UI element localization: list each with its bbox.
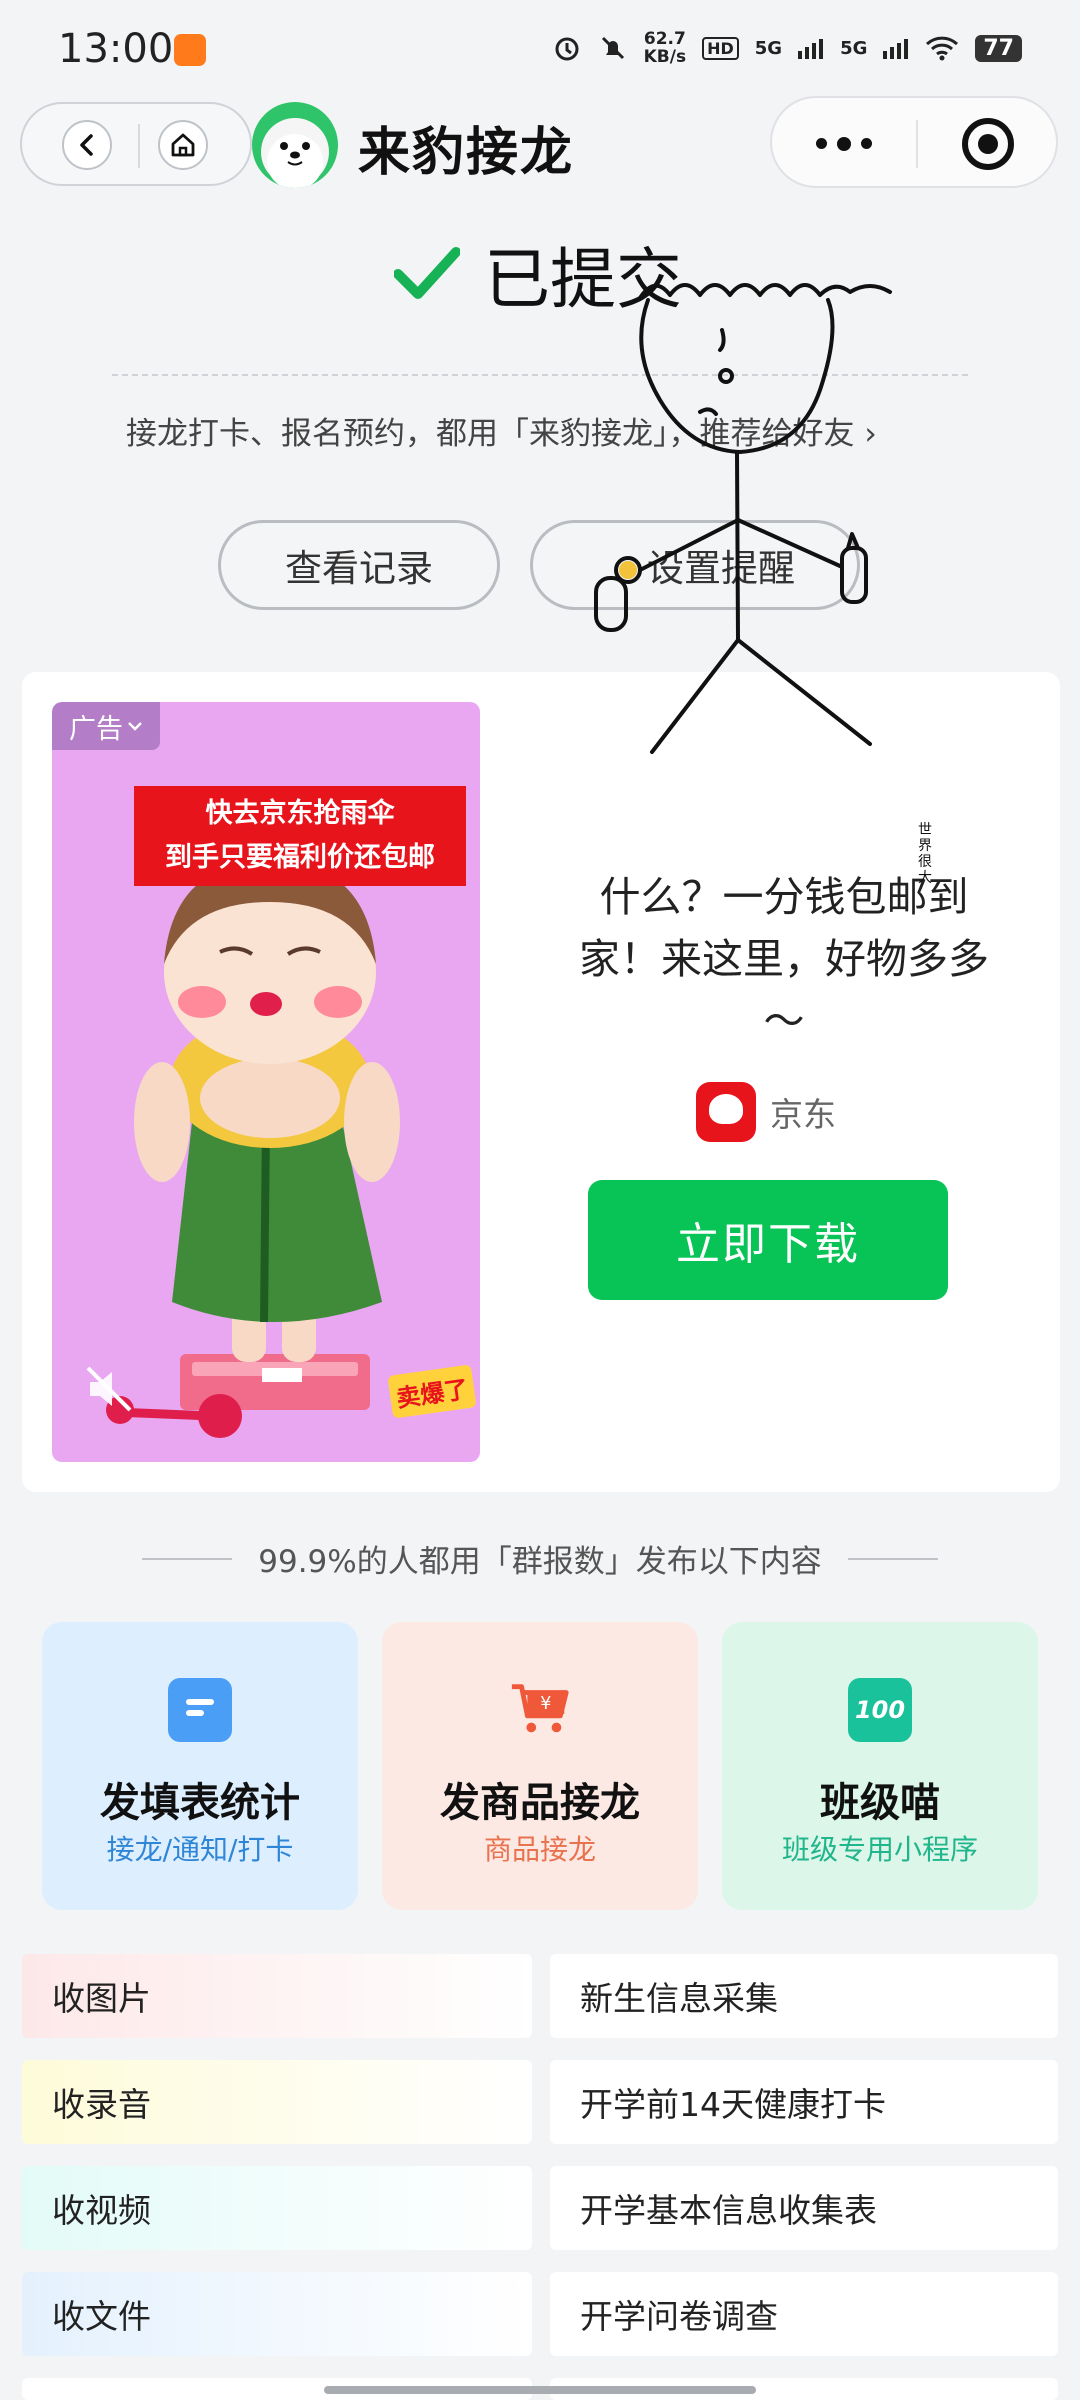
status-time: 13:00 [58, 26, 174, 72]
nav-capsule-left [20, 102, 252, 186]
capsule-divider [916, 120, 918, 168]
ad-headline: 什么？一分钱包邮到家！来这里，好物多多～ [579, 873, 989, 1045]
feature-subtitle: 班级专用小程序 [781, 1833, 978, 1866]
list-item-label: 开学问卷调查 [580, 2297, 778, 2336]
feature-subtitle: 接龙/通知/打卡 [106, 1833, 294, 1866]
dashed-divider [112, 374, 968, 376]
notification-app-icon [174, 34, 206, 66]
list-item-label: 开学前14天健康打卡 [580, 2085, 886, 2124]
submitted-status: 已提交 [394, 226, 682, 322]
ad-brand-name: 京东 [770, 1095, 836, 1134]
list-item[interactable]: 开学基本信息收集表 [550, 2166, 1058, 2250]
feature-card-form-stats[interactable]: 发填表统计 接龙/通知/打卡 [42, 1622, 358, 1910]
feature-title: 发填表统计 [100, 1780, 300, 1826]
form-icon [168, 1678, 232, 1742]
nav-divider [138, 124, 140, 168]
feature-title: 发商品接龙 [440, 1780, 640, 1826]
download-now-button[interactable]: 立即下载 [588, 1180, 948, 1300]
jd-app-icon [696, 1082, 756, 1142]
signal-1: 5G [754, 37, 783, 59]
hd-badge: HD [702, 36, 739, 60]
feature-title: 班级喵 [820, 1780, 940, 1826]
speed-unit: KB/s [643, 47, 687, 67]
mute-icon[interactable] [82, 1362, 136, 1420]
ad-banner-line-1: 快去京东抢雨伞 [205, 798, 395, 829]
set-reminder-button[interactable]: 设置提醒 [530, 520, 860, 610]
ad-card[interactable]: 广告 快去京东抢雨伞 到手只要福利价还包邮 卖爆了 什么？一分钱包邮到家！来这里… [22, 672, 1060, 1492]
wifi-icon [926, 36, 959, 61]
section-title: 99.9%的人都用「群报数」发布以下内容 [0, 1536, 1080, 1581]
section-rule-right [847, 1557, 938, 1560]
alarm-icon [555, 37, 579, 61]
app-title: 来豹接龙 [358, 123, 575, 183]
section-title-text: 99.9%的人都用「群报数」发布以下内容 [258, 1544, 822, 1580]
feature-subtitle: 商品接龙 [483, 1833, 596, 1866]
ad-tag-label: 广告 [69, 713, 123, 745]
shopping-cart-icon: ¥ [508, 1678, 572, 1742]
battery-level: 77 [975, 34, 1022, 62]
signal-bars-icon [798, 39, 824, 59]
app-logo [252, 102, 338, 188]
chevron-left-icon [80, 134, 93, 156]
ad-banner: 快去京东抢雨伞 到手只要福利价还包邮 [134, 786, 466, 886]
network-speed: 62.7 KB/s [644, 30, 686, 66]
list-item-label: 收录音 [52, 2085, 151, 2124]
list-item[interactable]: 收图片 [22, 1954, 532, 2038]
signal-2: 5G [840, 37, 868, 59]
close-target-icon[interactable] [962, 118, 1014, 170]
home-indicator[interactable] [324, 2386, 756, 2394]
home-icon [171, 133, 195, 157]
set-reminder-label: 设置提醒 [647, 547, 795, 590]
list-item-label: 开学基本信息收集表 [580, 2191, 877, 2230]
list-item-label: 新生信息采集 [580, 1979, 778, 2018]
section-rule-left [142, 1557, 233, 1560]
recommend-friends-link[interactable]: 接龙打卡、报名预约，都用「来豹接龙」，推荐给好友 › [126, 408, 877, 453]
home-button[interactable] [158, 120, 208, 170]
ad-tag[interactable]: 广告 [52, 702, 160, 750]
submitted-text: 已提交 [484, 241, 682, 318]
seal-mascot-icon [261, 118, 329, 188]
list-item[interactable]: 收视频 [22, 2166, 532, 2250]
list-item-label: 收视频 [52, 2191, 151, 2230]
ad-banner-line-2: 到手只要福利价还包邮 [165, 842, 435, 873]
miniprogram-capsule [770, 96, 1058, 188]
back-button[interactable] [62, 120, 112, 170]
status-icons: 62.7 KB/s HD 5G 5G 77 [552, 30, 1022, 66]
speed-value: 62.7 [643, 29, 686, 49]
list-item[interactable]: 开学问卷调查 [550, 2272, 1058, 2356]
status-bar: 13:00 62.7 KB/s HD 5G 5G 77 [0, 0, 1080, 96]
svg-text:¥: ¥ [540, 1694, 551, 1714]
checkmark-icon [394, 247, 460, 299]
class-score-icon-text: 100 [854, 1696, 906, 1724]
ad-image[interactable]: 广告 快去京东抢雨伞 到手只要福利价还包邮 卖爆了 [52, 702, 480, 1462]
list-item[interactable]: 开学前14天健康打卡 [550, 2060, 1058, 2144]
more-icon[interactable] [816, 137, 872, 151]
chevron-down-icon [128, 722, 142, 731]
doodle-caption: 世界很大 [918, 822, 932, 886]
class-score-icon: 100 [848, 1678, 912, 1742]
mute-bell-icon [601, 36, 624, 60]
signal-bars-icon [883, 39, 909, 59]
list-item-label: 收文件 [52, 2297, 151, 2336]
list-item-label: 收图片 [52, 1979, 151, 2018]
feature-card-product-relay[interactable]: ¥ 发商品接龙 商品接龙 [382, 1622, 698, 1910]
list-item[interactable]: 收录音 [22, 2060, 532, 2144]
view-records-button[interactable]: 查看记录 [218, 520, 500, 610]
list-item[interactable]: 新生信息采集 [550, 1954, 1058, 2038]
ad-brand: 京东 [696, 1082, 836, 1142]
list-item[interactable]: 收文件 [22, 2272, 532, 2356]
feature-card-class-meow[interactable]: 100 班级喵 班级专用小程序 [722, 1622, 1038, 1910]
